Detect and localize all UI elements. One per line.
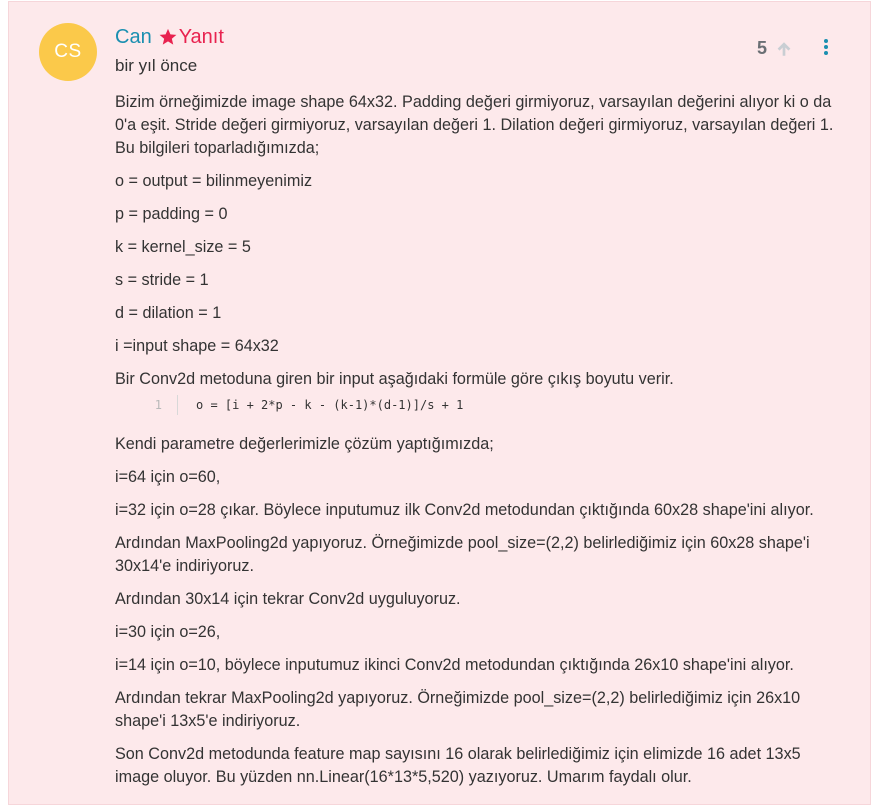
paragraph: i=64 için o=60, bbox=[115, 468, 221, 486]
avatar-initials: CS bbox=[54, 41, 82, 62]
paragraph: p = padding = 0 bbox=[115, 205, 228, 223]
arrow-up-icon[interactable] bbox=[775, 40, 793, 58]
reply-post: CS Can Yanıt bir yıl önce 5 Bizim örneği… bbox=[8, 1, 871, 805]
post-timestamp[interactable]: bir yıl önce bbox=[115, 56, 224, 76]
paragraph: d = dilation = 1 bbox=[115, 304, 222, 322]
paragraph: o = output = bilinmeyenimiz bbox=[115, 172, 313, 190]
paragraph: Ardından 30x14 için tekrar Conv2d uygulu… bbox=[115, 590, 461, 608]
paragraph: Bizim örneğimizde image shape 64x32. Pad… bbox=[115, 93, 834, 157]
post-content: Bizim örneğimizde image shape 64x32. Pad… bbox=[115, 91, 845, 799]
role-badge: Yanıt bbox=[178, 26, 224, 48]
paragraph: i =input shape = 64x32 bbox=[115, 337, 279, 355]
vote-count: 5 bbox=[757, 38, 768, 58]
author-name-link[interactable]: Can bbox=[115, 24, 152, 50]
paragraph: i=32 için o=28 çıkar. Böylece inputumuz … bbox=[115, 501, 814, 519]
vote-area: 5 bbox=[757, 38, 793, 59]
paragraph: Ardından tekrar MaxPooling2d yapıyoruz. … bbox=[115, 689, 801, 730]
code-line-number: 1 bbox=[115, 395, 178, 415]
paragraph: Son Conv2d metodunda feature map sayısın… bbox=[115, 745, 801, 786]
avatar[interactable]: CS bbox=[39, 23, 97, 81]
paragraph: Bir Conv2d metoduna giren bir input aşağ… bbox=[115, 370, 674, 388]
code-formula: o = [i + 2*p - k - (k-1)*(d-1)]/s + 1 bbox=[196, 398, 464, 412]
paragraph: Kendi parametre değerlerimizle çözüm yap… bbox=[115, 435, 494, 453]
author-line: Can Yanıt bbox=[115, 24, 224, 50]
paragraph: s = stride = 1 bbox=[115, 271, 209, 289]
paragraph: i=14 için o=10, böylece inputumuz ikinci… bbox=[115, 656, 794, 674]
vertical-dots-icon[interactable] bbox=[821, 38, 831, 56]
paragraph: k = kernel_size = 5 bbox=[115, 238, 251, 256]
paragraph: Ardından MaxPooling2d yapıyoruz. Örneğim… bbox=[115, 534, 810, 575]
star-icon bbox=[159, 28, 177, 45]
code-block: 1 o = [i + 2*p - k - (k-1)*(d-1)]/s + 1 bbox=[115, 395, 845, 415]
paragraph: i=30 için o=26, bbox=[115, 623, 221, 641]
post-header: Can Yanıt bir yıl önce bbox=[115, 24, 224, 76]
